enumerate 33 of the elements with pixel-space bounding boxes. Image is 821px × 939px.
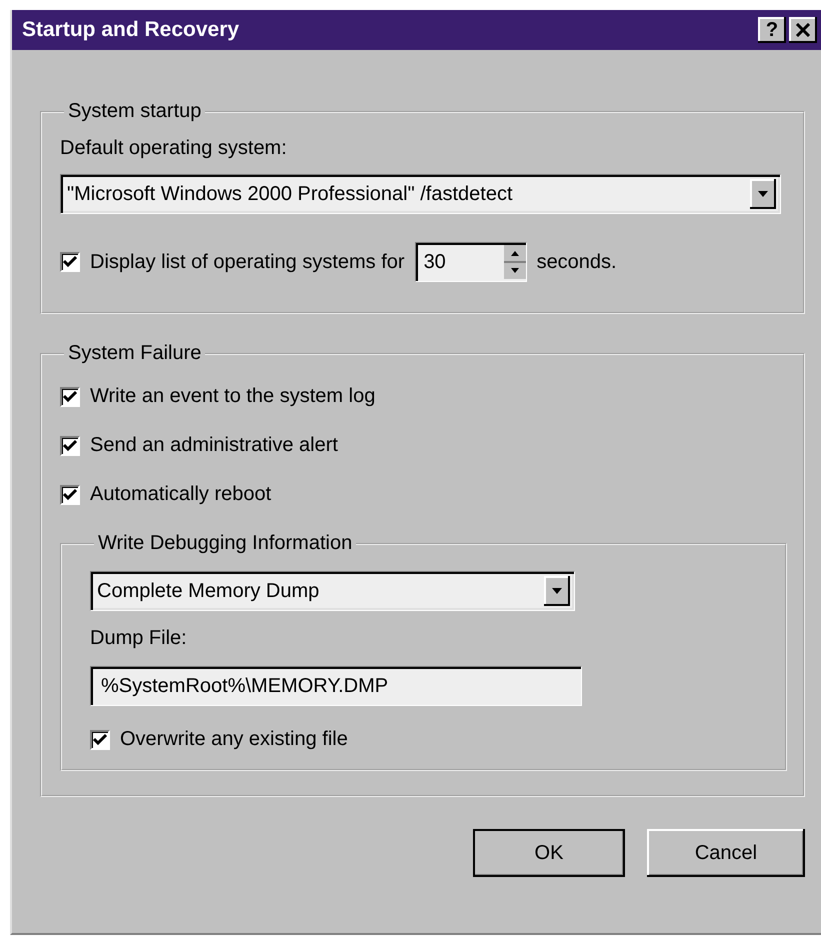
- checkbox[interactable]: [60, 484, 80, 504]
- dropdown[interactable]: "Microsoft Windows 2000 Professional" /fastdetect: [60, 174, 781, 214]
- checkbox[interactable]: [60, 252, 80, 272]
- group-title: System Failure: [67, 342, 202, 365]
- checkbox-label: Automatically reboot: [90, 483, 272, 506]
- field-label: Default operating system:: [60, 137, 288, 160]
- checkbox-label: Write an event to the system log: [90, 385, 376, 408]
- close-button[interactable]: [789, 17, 817, 43]
- group-title: Write Debugging Information: [97, 532, 354, 555]
- caret-icon: [758, 191, 768, 197]
- dropdown-arrow-button[interactable]: [544, 576, 570, 606]
- group-title: System startup: [67, 100, 202, 123]
- dropdown-arrow-button[interactable]: [750, 179, 776, 209]
- checkbox[interactable]: [90, 730, 110, 750]
- dialog-button[interactable]: OK: [473, 829, 625, 877]
- dropdown-value: Complete Memory Dump: [97, 580, 320, 602]
- window-title: Startup and Recovery: [22, 18, 240, 42]
- dropdown-value: "Microsoft Windows 2000 Professional" /fastdetect: [67, 182, 514, 206]
- spin-arrows-icon[interactable]: [504, 245, 526, 279]
- checkbox-label: Display list of operating systems for: [90, 250, 405, 274]
- help-button[interactable]: ?: [758, 17, 786, 43]
- text-field[interactable]: %SystemRoot%\MEMORY.DMP: [90, 666, 582, 706]
- dropdown[interactable]: Complete Memory Dump: [90, 571, 575, 611]
- close-icon: [795, 23, 811, 37]
- checkbox-label: Overwrite any existing file: [120, 728, 348, 751]
- field-label: Dump File:: [90, 627, 188, 650]
- checkbox[interactable]: [60, 386, 80, 406]
- checkbox-label: Send an administrative alert: [90, 434, 338, 457]
- number-spinner[interactable]: 30: [414, 242, 527, 282]
- dialog-button[interactable]: Cancel: [647, 829, 805, 877]
- unit-label: seconds.: [536, 250, 617, 274]
- caret-icon: [552, 588, 562, 594]
- checkbox[interactable]: [60, 436, 80, 456]
